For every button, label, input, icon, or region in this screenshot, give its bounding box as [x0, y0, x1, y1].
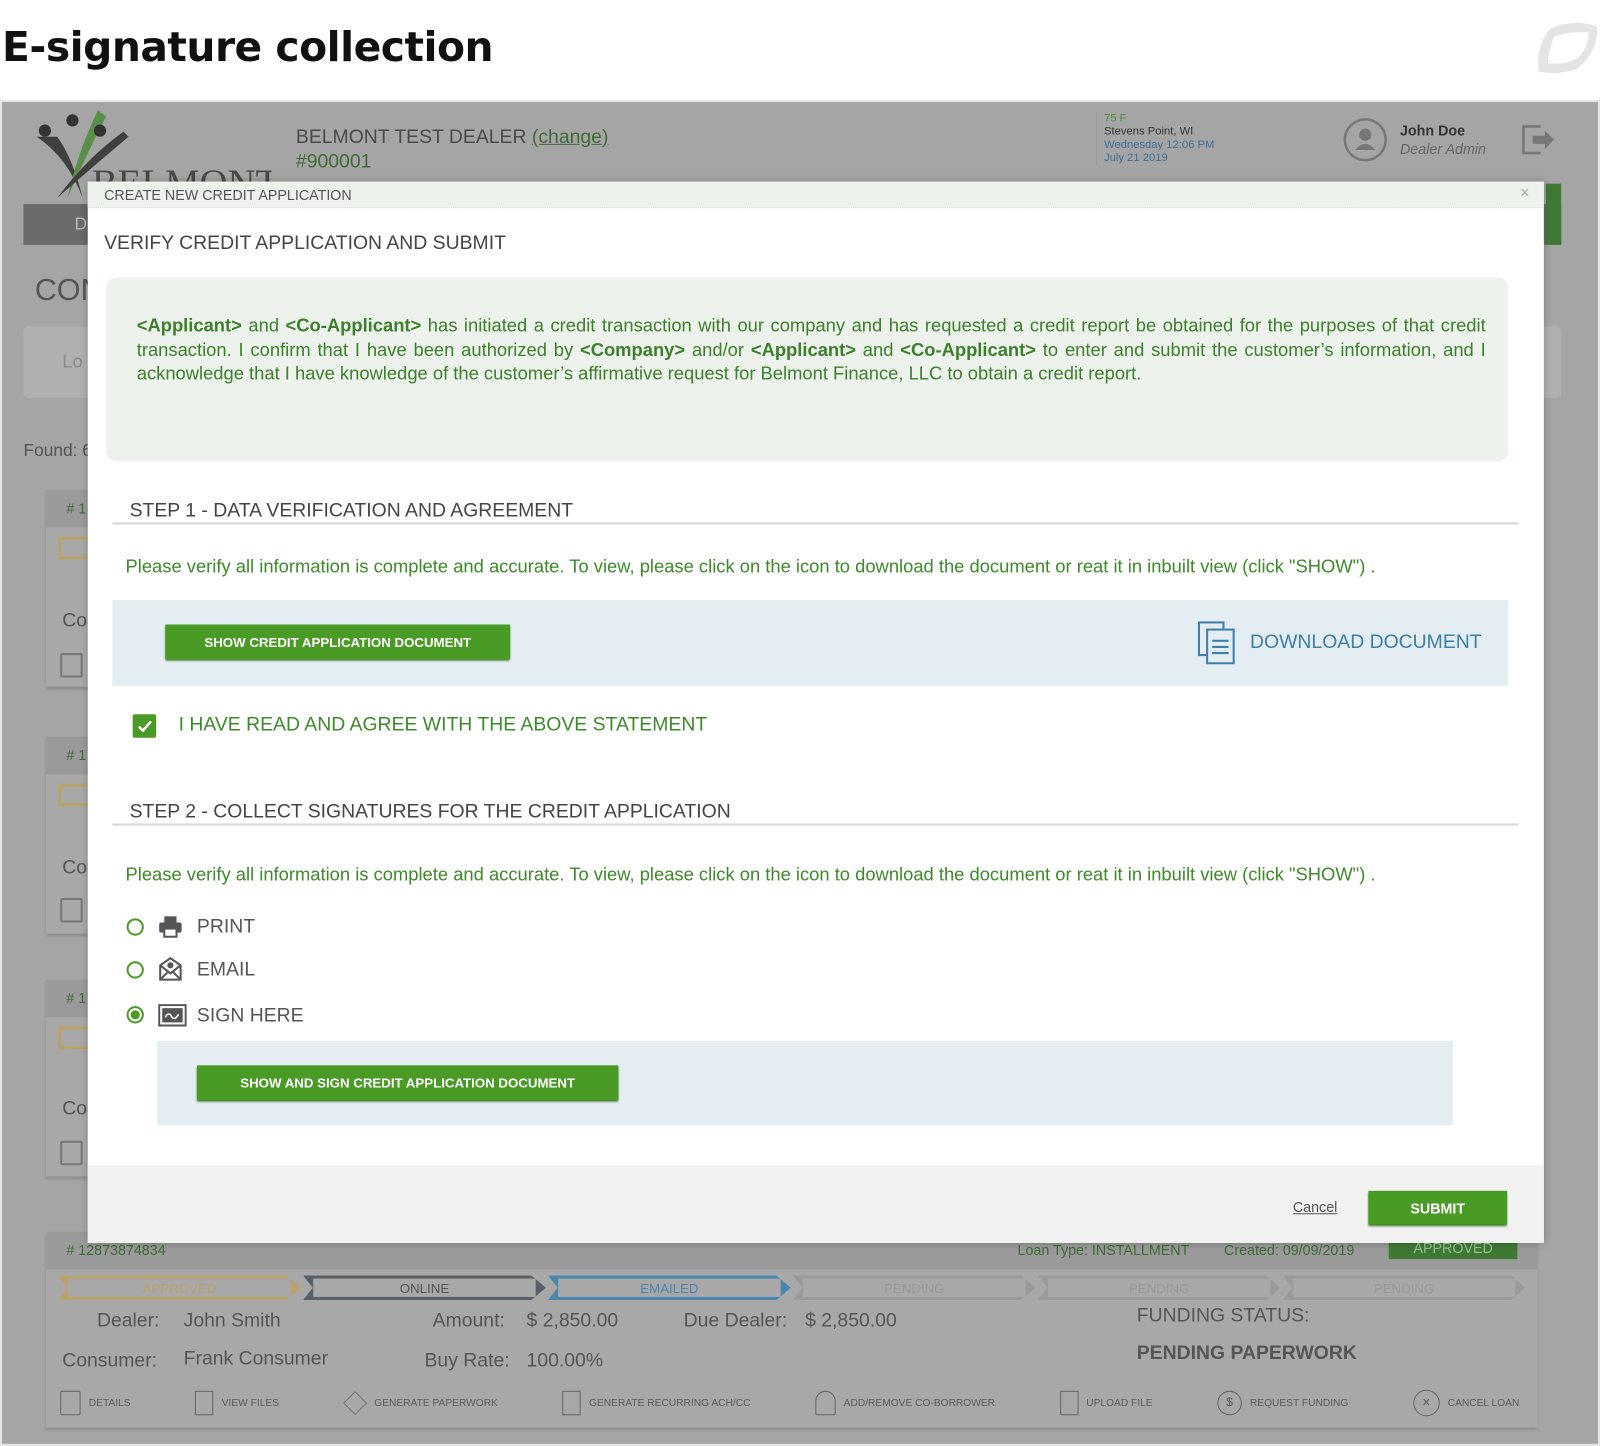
view-files-action[interactable]: VIEW FILES [195, 1390, 279, 1417]
card-actions: DETAILS VIEW FILES GENERATE PAPERWORK GE… [60, 1389, 1519, 1417]
step1-document-panel: SHOW CREDIT APPLICATION DOCUMENT DOWNLOA… [112, 599, 1509, 686]
add-remove-coborrower-action[interactable]: ADD/REMOVE CO-BORROWER [815, 1390, 995, 1417]
cancel-circle-icon: × [1413, 1389, 1440, 1417]
weather-widget: 75 F Stevens Point, WI Wednesday 12:06 P… [1095, 112, 1215, 166]
search-input[interactable]: Lo [62, 351, 82, 372]
details-icon[interactable] [60, 1140, 83, 1166]
step1-instructions: Please verify all information is complet… [125, 556, 1376, 577]
layers-icon [342, 1391, 367, 1415]
page-title: E-signature collection [2, 24, 494, 72]
stage-progress: APPROVED ONLINE EMAILED PENDING PENDING … [58, 1275, 1526, 1300]
loan-id: # 12873874834 [66, 1241, 166, 1259]
stage-pending: PENDING [1292, 1278, 1516, 1297]
upload-file-action[interactable]: UPLOAD FILE [1059, 1390, 1153, 1417]
modal-header: CREATE NEW CREDIT APPLICATION × [87, 181, 1544, 209]
stage-approved: APPROVED [67, 1278, 292, 1297]
user-avatar-icon[interactable] [1343, 117, 1388, 162]
dealer-number: #900001 [295, 151, 372, 173]
print-label[interactable]: PRINT [197, 916, 255, 938]
buy-rate-label: Buy Rate: [424, 1349, 510, 1372]
weather-temp: 75 F [1104, 112, 1127, 125]
user-name: John Doe [1399, 122, 1466, 139]
card-label: Co [62, 610, 88, 632]
stage-emailed: EMAILED [557, 1278, 782, 1297]
details-icon[interactable] [60, 897, 83, 923]
dollar-icon: $ [1217, 1390, 1242, 1416]
divider [112, 522, 1519, 525]
step2-instructions: Please verify all information is complet… [125, 864, 1376, 885]
details-icon[interactable] [60, 653, 83, 678]
stage-pending: PENDING [802, 1278, 1026, 1297]
checkmark-icon [137, 720, 152, 732]
sign-here-label[interactable]: SIGN HERE [197, 1005, 304, 1027]
found-count: Found: 6 [23, 440, 92, 461]
funding-status-label: FUNDING STATUS: [1136, 1305, 1310, 1327]
nav-item-partial[interactable]: D [74, 214, 87, 234]
stage-online: ONLINE [312, 1278, 537, 1297]
stage-pending: PENDING [1047, 1278, 1271, 1297]
modal-footer: Cancel SUBMIT [87, 1165, 1544, 1243]
nav-accent [1545, 183, 1562, 245]
show-credit-application-button[interactable]: SHOW CREDIT APPLICATION DOCUMENT [165, 624, 511, 660]
sign-here-radio[interactable] [126, 1006, 144, 1024]
email-label[interactable]: EMAIL [197, 959, 255, 981]
dealer-name: BELMONT TEST DEALER [295, 126, 527, 148]
brand-logo-icon [1538, 22, 1598, 74]
verify-heading: VERIFY CREDIT APPLICATION AND SUBMIT [104, 232, 506, 255]
logout-icon[interactable] [1520, 122, 1557, 157]
funding-status-value: PENDING PAPERWORK [1136, 1342, 1357, 1365]
weather-location: Stevens Point, WI [1104, 125, 1194, 138]
amount-value: $ 2,850.00 [526, 1310, 619, 1332]
card-label: Co [62, 857, 88, 879]
amount-label: Amount: [432, 1310, 505, 1332]
download-document-link[interactable]: DOWNLOAD DOCUMENT [1197, 620, 1482, 665]
consumer-label: Consumer: [62, 1349, 158, 1372]
credit-application-modal: CREATE NEW CREDIT APPLICATION × VERIFY CR… [87, 181, 1544, 1243]
printer-icon [159, 916, 182, 938]
divider [112, 823, 1519, 826]
cancel-button[interactable]: Cancel [1293, 1199, 1337, 1215]
weather-date: July 21 2019 [1104, 152, 1168, 165]
add-user-icon [815, 1390, 836, 1416]
buy-rate-value: 100.00% [526, 1349, 604, 1372]
agree-checkbox[interactable] [132, 714, 157, 738]
print-radio[interactable] [126, 918, 144, 936]
agree-label[interactable]: I HAVE READ AND AGREE WITH THE ABOVE STA… [179, 714, 708, 736]
document-download-icon [1197, 621, 1235, 665]
step2-title: STEP 2 - COLLECT SIGNATURES FOR THE CRED… [129, 801, 731, 823]
document-icon [562, 1390, 581, 1416]
loan-type: Loan Type: INSTALLMENT [1017, 1241, 1190, 1259]
user-role: Dealer Admin [1399, 140, 1487, 158]
close-icon[interactable]: × [1520, 185, 1530, 203]
consumer-value: Frank Consumer [183, 1347, 329, 1370]
loan-card-bottom: # 12873874834 Loan Type: INSTALLMENT Crea… [45, 1231, 1538, 1428]
details-action[interactable]: DETAILS [60, 1390, 131, 1417]
files-icon [195, 1390, 214, 1416]
loan-created: Created: 09/09/2019 [1224, 1241, 1355, 1259]
weather-day-time: Wednesday 12:06 PM [1104, 138, 1215, 152]
list-icon [60, 1390, 81, 1416]
due-dealer-value: $ 2,850.00 [805, 1310, 897, 1332]
step1-title: STEP 1 - DATA VERIFICATION AND AGREEMENT [129, 499, 574, 522]
dealer-label: Dealer: [96, 1310, 160, 1332]
generate-recurring-action[interactable]: GENERATE RECURRING ACH/CC [562, 1390, 750, 1417]
show-and-sign-button[interactable]: SHOW AND SIGN CREDIT APPLICATION DOCUMEN… [196, 1065, 619, 1100]
email-icon [159, 956, 182, 981]
request-funding-action[interactable]: $ REQUEST FUNDING [1217, 1390, 1348, 1417]
submit-button[interactable]: SUBMIT [1368, 1190, 1508, 1225]
due-dealer-label: Due Dealer: [683, 1310, 788, 1332]
generate-paperwork-action[interactable]: GENERATE PAPERWORK [342, 1390, 498, 1417]
cancel-loan-action[interactable]: × CANCEL LOAN [1413, 1389, 1519, 1417]
change-dealer-link[interactable]: (change) [532, 127, 609, 148]
agreement-statement: <Applicant> and <Co-Applicant> has initi… [106, 277, 1509, 462]
signature-icon [158, 1004, 187, 1027]
email-radio[interactable] [126, 961, 144, 979]
modal-title: CREATE NEW CREDIT APPLICATION [104, 186, 352, 204]
sign-panel: SHOW AND SIGN CREDIT APPLICATION DOCUMEN… [157, 1040, 1454, 1126]
card-label: Co [62, 1097, 88, 1120]
upload-icon [1059, 1390, 1079, 1416]
dealer-value: John Smith [183, 1310, 281, 1332]
